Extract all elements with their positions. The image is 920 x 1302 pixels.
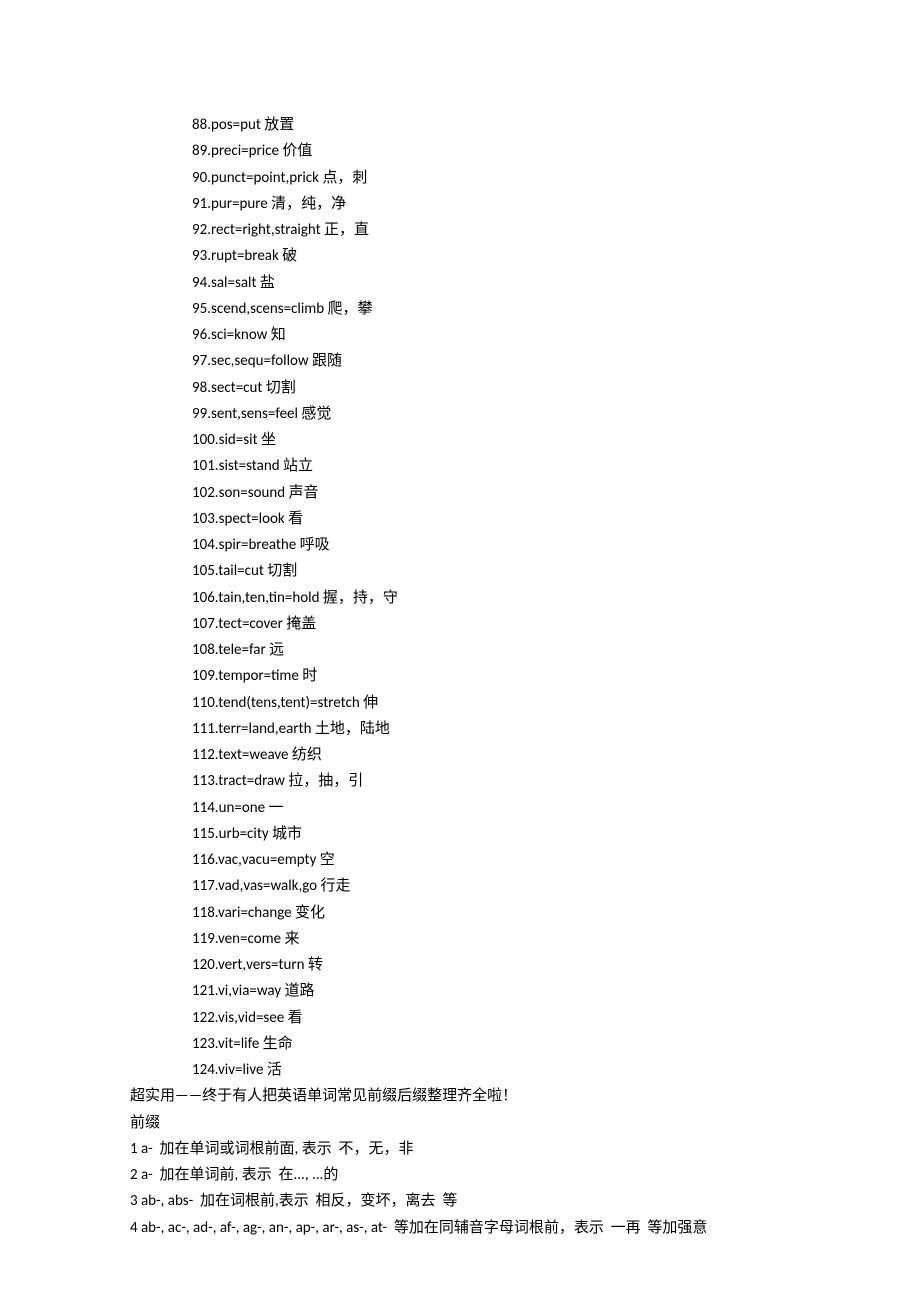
root-item: 96.sci=know 知	[192, 322, 790, 348]
root-item: 122.vis,vid=see 看	[192, 1005, 790, 1031]
root-item: 100.sid=sit 坐	[192, 427, 790, 453]
root-item: 115.urb=city 城市	[192, 821, 790, 847]
prefix-item: 3 ab-, abs- 加在词根前,表示 相反，变坏，离去 等	[130, 1188, 790, 1214]
root-item: 107.tect=cover 掩盖	[192, 611, 790, 637]
root-item: 118.vari=change 变化	[192, 900, 790, 926]
section-subheading: 前缀	[130, 1110, 790, 1136]
root-item: 108.tele=far 远	[192, 637, 790, 663]
root-item: 111.terr=land,earth 土地，陆地	[192, 716, 790, 742]
root-item: 102.son=sound 声音	[192, 480, 790, 506]
root-item: 110.tend(tens,tent)=stretch 伸	[192, 690, 790, 716]
root-item: 116.vac,vacu=empty 空	[192, 847, 790, 873]
root-item: 103.spect=look 看	[192, 506, 790, 532]
root-item: 93.rupt=break 破	[192, 243, 790, 269]
root-item: 117.vad,vas=walk,go 行走	[192, 873, 790, 899]
root-item: 121.vi,via=way 道路	[192, 978, 790, 1004]
root-item: 109.tempor=time 时	[192, 663, 790, 689]
root-item: 98.sect=cut 切割	[192, 375, 790, 401]
roots-list: 88.pos=put 放置 89.preci=price 价值 90.punct…	[130, 112, 790, 1083]
root-item: 104.spir=breathe 呼吸	[192, 532, 790, 558]
prefix-item: 1 a- 加在单词或词根前面, 表示 不，无，非	[130, 1136, 790, 1162]
root-item: 119.ven=come 来	[192, 926, 790, 952]
prefix-item: 4 ab-, ac-, ad-, af-, ag-, an-, ap-, ar-…	[130, 1215, 790, 1241]
prefix-item: 2 a- 加在单词前, 表示 在..., ...的	[130, 1162, 790, 1188]
root-item: 92.rect=right,straight 正，直	[192, 217, 790, 243]
root-item: 105.tail=cut 切割	[192, 558, 790, 584]
root-item: 120.vert,vers=turn 转	[192, 952, 790, 978]
root-item: 123.vit=life 生命	[192, 1031, 790, 1057]
root-item: 101.sist=stand 站立	[192, 453, 790, 479]
root-item: 97.sec,sequ=follow 跟随	[192, 348, 790, 374]
root-item: 94.sal=salt 盐	[192, 270, 790, 296]
prefixes-list: 1 a- 加在单词或词根前面, 表示 不，无，非 2 a- 加在单词前, 表示 …	[130, 1136, 790, 1241]
root-item: 90.punct=point,prick 点，刺	[192, 165, 790, 191]
root-item: 114.un=one 一	[192, 795, 790, 821]
root-item: 99.sent,sens=feel 感觉	[192, 401, 790, 427]
root-item: 91.pur=pure 清，纯，净	[192, 191, 790, 217]
root-item: 106.tain,ten,tin=hold 握，持，守	[192, 585, 790, 611]
root-item: 89.preci=price 价值	[192, 138, 790, 164]
root-item: 95.scend,scens=climb 爬，攀	[192, 296, 790, 322]
section-heading: 超实用——终于有人把英语单词常见前缀后缀整理齐全啦！	[130, 1083, 790, 1109]
root-item: 112.text=weave 纺织	[192, 742, 790, 768]
root-item: 88.pos=put 放置	[192, 112, 790, 138]
root-item: 113.tract=draw 拉，抽，引	[192, 768, 790, 794]
root-item: 124.viv=live 活	[192, 1057, 790, 1083]
